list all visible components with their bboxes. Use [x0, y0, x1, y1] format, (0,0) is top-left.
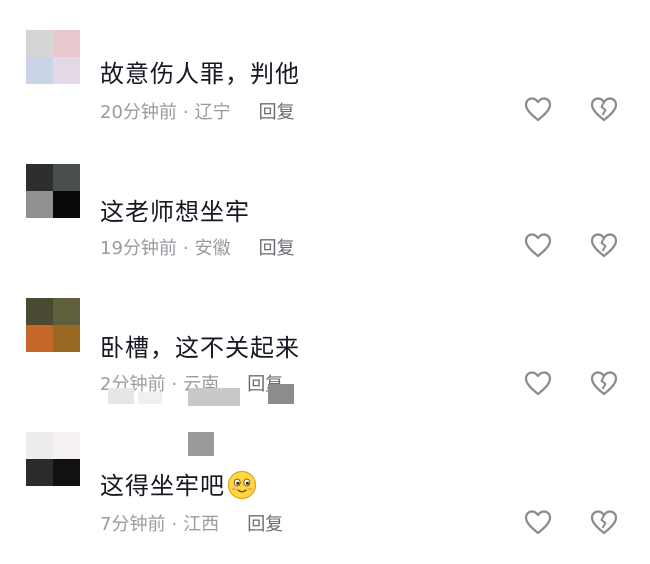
- comment-time: 20分钟前: [100, 102, 177, 123]
- avatar[interactable]: [26, 432, 80, 486]
- avatar[interactable]: [26, 30, 80, 84]
- like-button[interactable]: [523, 368, 553, 398]
- separator: ·: [182, 238, 189, 259]
- comment-item: 这老师想坐牢 19分钟前 · 安徽 回复: [0, 164, 650, 296]
- broken-heart-outline-icon: [590, 371, 618, 396]
- reply-button[interactable]: 回复: [259, 102, 295, 123]
- like-button[interactable]: [523, 507, 553, 537]
- reply-button[interactable]: 回复: [259, 238, 295, 259]
- comment-time: 19分钟前: [100, 238, 177, 259]
- heart-outline-icon: [524, 233, 552, 258]
- mosaic-blur: [188, 388, 240, 406]
- comment-location: 安徽: [194, 238, 231, 259]
- comment-text: 这老师想坐牢: [100, 198, 250, 226]
- comment-text: 故意伤人罪，判他: [100, 60, 300, 88]
- comment-item: 故意伤人罪，判他 20分钟前 · 辽宁 回复: [0, 30, 650, 162]
- separator: ·: [171, 374, 178, 395]
- broken-heart-outline-icon: [590, 233, 618, 258]
- mosaic-blur: [188, 432, 214, 456]
- comment-item: 这得坐牢吧 7分钟前 · 江西 回复: [0, 432, 650, 564]
- dislike-button[interactable]: [589, 368, 619, 398]
- dislike-button[interactable]: [589, 230, 619, 260]
- comment-item: 卧槽，这不关起来 2分钟前 · 云南 回复: [0, 298, 650, 430]
- comment-text-content: 这得坐牢吧: [100, 472, 225, 500]
- broken-heart-outline-icon: [590, 97, 618, 122]
- comment-meta: 20分钟前 · 辽宁 回复: [100, 98, 295, 124]
- mosaic-blur: [108, 388, 134, 404]
- separator: ·: [171, 514, 178, 535]
- avatar[interactable]: [26, 298, 80, 352]
- heart-outline-icon: [524, 510, 552, 535]
- comment-location: 江西: [183, 514, 220, 535]
- like-button[interactable]: [523, 94, 553, 124]
- heart-outline-icon: [524, 97, 552, 122]
- comment-meta: 19分钟前 · 安徽 回复: [100, 234, 295, 260]
- comment-meta: 7分钟前 · 江西 回复: [100, 510, 283, 536]
- comment-text: 这得坐牢吧: [100, 466, 257, 502]
- dislike-button[interactable]: [589, 94, 619, 124]
- smiling-face-emoji: [227, 470, 257, 500]
- mosaic-blur: [268, 384, 294, 404]
- broken-heart-outline-icon: [590, 510, 618, 535]
- mosaic-blur: [138, 392, 162, 404]
- avatar[interactable]: [26, 164, 80, 218]
- comment-text: 卧槽，这不关起来: [100, 334, 300, 362]
- comment-time: 7分钟前: [100, 514, 166, 535]
- dislike-button[interactable]: [589, 507, 619, 537]
- like-button[interactable]: [523, 230, 553, 260]
- separator: ·: [182, 102, 189, 123]
- heart-outline-icon: [524, 371, 552, 396]
- reply-button[interactable]: 回复: [247, 514, 283, 535]
- comment-location: 辽宁: [194, 102, 231, 123]
